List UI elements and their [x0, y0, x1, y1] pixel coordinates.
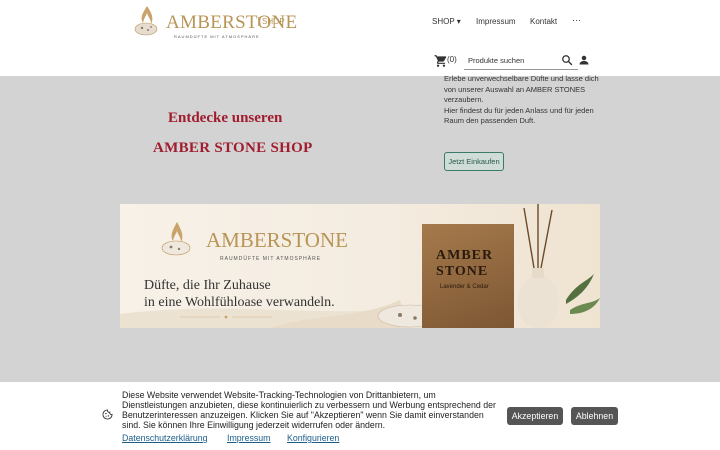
product-box-label-3: Lavender & Cedar: [440, 284, 489, 290]
hero-description: Erlebe unverwechselbare Düfte und lasse …: [444, 74, 609, 127]
nav-kontakt[interactable]: Kontakt: [530, 17, 557, 26]
page: AMBERSTONE SHOP RAUMDÜFTE MIT ATMOSPHÄRE…: [0, 0, 720, 450]
product-box-label-1: AMBER: [436, 248, 494, 263]
logo-tagline: RAUMDÜFTE MIT ATMOSPHÄRE: [174, 34, 260, 39]
shop-now-button[interactable]: Jetzt Einkaufen: [444, 152, 504, 171]
banner-slogan-line1: Düfte, die Ihr Zuhause: [144, 278, 271, 293]
banner-brand: AMBERSTONE: [206, 228, 348, 252]
hero-title-line1: Entdecke unseren: [168, 110, 283, 126]
hero-paragraph-2: Hier findest du für jeden Anlass und für…: [444, 105, 594, 126]
promo-banner: AMBERSTONE RAUMDÜFTE MIT ATMOSPHÄRE Düft…: [120, 204, 600, 328]
nav-more-menu[interactable]: ···: [572, 15, 581, 25]
user-icon[interactable]: [578, 54, 590, 66]
banner-tagline: RAUMDÜFTE MIT ATMOSPHÄRE: [220, 256, 322, 262]
logo[interactable]: AMBERSTONE SHOP RAUMDÜFTE MIT ATMOSPHÄRE: [128, 4, 297, 40]
nav-impressum[interactable]: Impressum: [476, 17, 516, 26]
impressum-link[interactable]: Impressum: [227, 433, 271, 443]
reject-button[interactable]: Ablehnen: [571, 407, 618, 425]
search-icon[interactable]: [561, 54, 573, 66]
logo-shop-tag: SHOP: [258, 17, 285, 26]
hero-section: Entdecke unseren AMBER STONE SHOP Erlebe…: [0, 74, 720, 382]
cart-count: (0): [447, 55, 457, 64]
nav-shop[interactable]: SHOP ▾: [432, 17, 461, 26]
product-box-label-2: STONE: [436, 264, 489, 279]
hero-paragraph-1: Erlebe unverwechselbare Düfte und lasse …: [444, 74, 599, 105]
site-header: AMBERSTONE SHOP RAUMDÜFTE MIT ATMOSPHÄRE…: [0, 0, 720, 76]
flame-stone-logo-icon: [134, 6, 158, 36]
banner-slogan-line2: in eine Wohlfühloase verwandeln.: [144, 295, 335, 310]
configure-link[interactable]: Konfigurieren: [287, 433, 339, 443]
accept-button[interactable]: Akzeptieren: [507, 407, 563, 425]
privacy-policy-link[interactable]: Datenschutzerklärung: [122, 433, 208, 443]
cookie-message: Diese Website verwendet Website-Tracking…: [122, 390, 496, 430]
cookie-consent-bar: Diese Website verwendet Website-Tracking…: [0, 382, 720, 450]
cookie-icon: [102, 409, 113, 420]
cart-icon[interactable]: [434, 54, 448, 68]
hero-title-line2: AMBER STONE SHOP: [153, 140, 313, 156]
search-input[interactable]: [468, 54, 558, 66]
